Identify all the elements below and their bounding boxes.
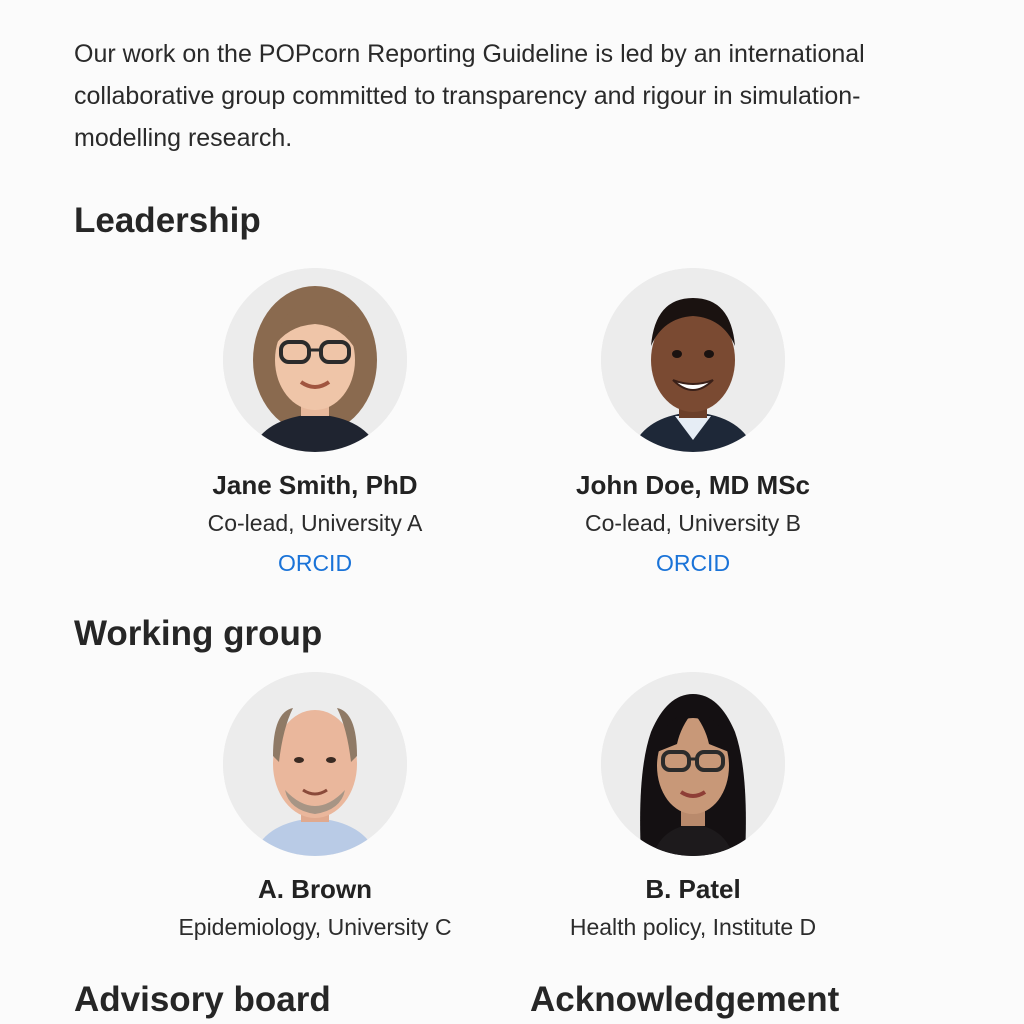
section-title-working-group: Working group bbox=[74, 614, 323, 653]
person-card-b-patel: B. Patel Health policy, Institute D bbox=[503, 672, 883, 942]
person-name: Jane Smith, PhD bbox=[212, 470, 418, 500]
team-page: Our work on the POPcorn Reporting Guidel… bbox=[0, 0, 1024, 1024]
avatar-b-patel bbox=[601, 672, 785, 856]
person-card-a-brown: A. Brown Epidemiology, University C bbox=[125, 672, 505, 942]
person-name: A. Brown bbox=[257, 874, 373, 904]
person-name: John Doe, MD MSc bbox=[575, 470, 810, 500]
person-role: Co-lead, University B bbox=[584, 510, 802, 536]
intro-paragraph: Our work on the POPcorn Reporting Guidel… bbox=[74, 40, 865, 152]
portrait-john-doe bbox=[601, 268, 785, 452]
person-card-jane-smith: Jane Smith, PhD Co-lead, University A OR… bbox=[125, 268, 505, 578]
portrait-jane-smith bbox=[223, 268, 407, 452]
avatar-jane-smith bbox=[223, 268, 407, 452]
avatar-john-doe bbox=[601, 268, 785, 452]
person-role: Health policy, Institute D bbox=[569, 914, 817, 940]
portrait-b-patel bbox=[601, 672, 785, 856]
section-title-advisory-board: Advisory board bbox=[74, 980, 331, 1019]
section-title-acknowledgement: Acknowledgement bbox=[530, 980, 840, 1019]
orcid-link-jane-smith[interactable]: ORCID bbox=[278, 548, 352, 578]
person-name: B. Patel bbox=[645, 874, 741, 904]
portrait-a-brown bbox=[223, 672, 407, 856]
person-role: Co-lead, University A bbox=[207, 510, 423, 536]
person-role: Epidemiology, University C bbox=[178, 914, 452, 940]
orcid-link-john-doe[interactable]: ORCID bbox=[656, 548, 730, 578]
person-card-john-doe: John Doe, MD MSc Co-lead, University B O… bbox=[503, 268, 883, 578]
avatar-a-brown bbox=[223, 672, 407, 856]
section-title-leadership: Leadership bbox=[74, 201, 261, 240]
